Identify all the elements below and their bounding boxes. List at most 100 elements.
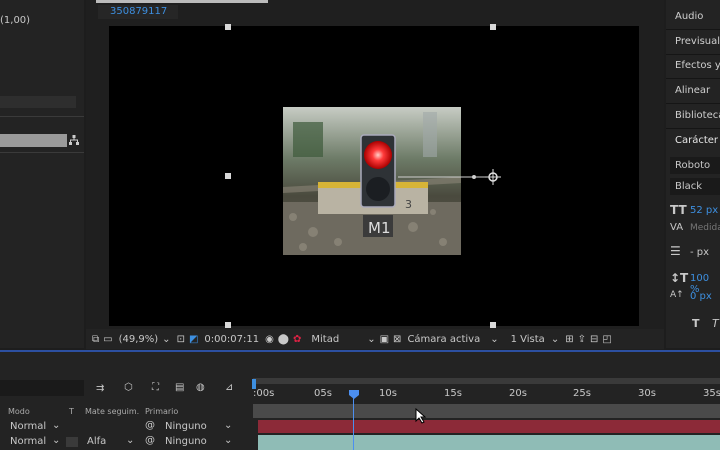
baseline-shift-value[interactable]: 0 px <box>690 291 712 302</box>
panel-character[interactable]: Carácter <box>675 135 718 146</box>
ruler-tick-label: 30s <box>638 388 656 399</box>
viewer-tab-strip <box>96 0 268 3</box>
transparency-grid-icon[interactable]: ◩ <box>189 334 198 345</box>
leading-value[interactable]: - px <box>690 247 709 258</box>
font-style-field[interactable]: Black <box>670 178 720 195</box>
vertical-scale-icon: ↕T <box>670 271 689 285</box>
chevron-down-icon[interactable]: ⌄ <box>224 435 232 446</box>
playhead-line <box>353 398 354 450</box>
project-panel: (1,00) <box>0 0 84 348</box>
search-field[interactable] <box>0 96 76 108</box>
font-size-icon: TT <box>670 203 687 217</box>
transform-handle[interactable] <box>490 322 496 328</box>
views-select[interactable]: 1 Vista <box>511 334 545 345</box>
chevron-down-icon[interactable]: ⌄ <box>162 334 170 345</box>
chevron-down-icon[interactable]: ⌄ <box>52 435 60 446</box>
blend-mode-select[interactable]: Normal <box>10 421 46 432</box>
chevron-down-icon[interactable]: ⌄ <box>126 435 134 446</box>
faux-bold-icon[interactable]: T <box>692 317 700 330</box>
transform-handle[interactable] <box>225 24 231 30</box>
camera-select[interactable]: Cámara activa <box>407 334 480 345</box>
timeline-search-input[interactable] <box>0 380 84 396</box>
ruler-tick-label: 25s <box>573 388 591 399</box>
camera-icon[interactable]: ◉ <box>265 334 274 345</box>
font-family-field[interactable]: Roboto <box>670 157 720 174</box>
monitor-icon[interactable]: ▭ <box>103 334 112 345</box>
selected-project-item[interactable] <box>0 134 67 147</box>
parent-select[interactable]: Ninguno <box>165 421 207 432</box>
graph-editor-icon[interactable]: ⊿ <box>225 382 233 393</box>
chevron-down-icon[interactable]: ⌄ <box>224 420 232 431</box>
hierarchy-icon[interactable] <box>69 135 79 145</box>
snapshot-icon[interactable]: ⧉ <box>92 334 99 345</box>
playhead-handle[interactable] <box>349 390 359 399</box>
coord-readout: (1,00) <box>0 15 31 26</box>
transform-handle[interactable] <box>490 24 496 30</box>
comp-name-tab[interactable]: 350879117 <box>98 5 178 19</box>
parent-select[interactable]: Ninguno <box>165 436 207 447</box>
baseline-shift-icon: A↑ <box>670 290 684 300</box>
shy-layers-icon[interactable]: ⛶ <box>152 382 159 393</box>
panel-effects[interactable]: Efectos y ajustes <box>675 60 720 71</box>
ruler-tick-label: 20s <box>509 388 527 399</box>
col-parent: Primario <box>145 407 179 416</box>
blend-mode-select[interactable]: Normal <box>10 436 46 447</box>
layer-duration-bar[interactable] <box>258 420 720 433</box>
col-t: T <box>69 407 74 416</box>
color-channel-icon[interactable]: ⬤ <box>278 334 289 345</box>
roi-icon[interactable]: ▣ <box>380 334 389 345</box>
faux-italic-icon[interactable]: T <box>712 317 719 330</box>
rgb-icon[interactable]: ✿ <box>293 334 301 345</box>
panel-libraries[interactable]: Bibliotecas <box>675 110 720 121</box>
pickwhip-icon[interactable]: @ <box>145 420 155 431</box>
layer-duration-bar[interactable] <box>258 435 720 450</box>
frame-blending-icon[interactable]: ▤ <box>175 382 184 393</box>
fast-preview-icon[interactable]: ⊟ <box>590 334 598 345</box>
transform-handle[interactable] <box>225 322 231 328</box>
viewer-toolbar: ⧉ ▭ (49,9%) ⌄ ⊡ ◩ 0:00:07:11 ◉ ⬤ ✿ Mitad… <box>86 329 664 349</box>
chevron-down-icon[interactable]: ⌄ <box>52 420 60 431</box>
panel-preview[interactable]: Previsualizar <box>675 36 720 47</box>
ruler-tick-label: 35s <box>703 388 720 399</box>
time-ruler[interactable]: :00s 05s 10s 15s 20s 25s 30s 35s <box>253 386 720 402</box>
mouse-cursor-icon <box>415 408 427 424</box>
pickwhip-icon[interactable]: @ <box>145 435 155 446</box>
region-icon[interactable]: ⊡ <box>177 334 185 345</box>
reset-exposure-icon[interactable]: ◰ <box>602 334 611 345</box>
layer-column-headers: Modo T Mate seguim. Primario <box>0 404 253 418</box>
work-area-bar[interactable] <box>253 378 720 384</box>
right-panels: Audio Previsualizar Efectos y ajustes Al… <box>666 0 720 348</box>
kerning-value[interactable]: Medida <box>690 223 720 233</box>
panel-focus-line <box>0 350 720 352</box>
svg-text:3: 3 <box>405 198 412 211</box>
col-track-matte: Mate seguim. <box>85 407 140 416</box>
font-size-value[interactable]: 52 px <box>690 205 718 216</box>
preserve-transparency-toggle[interactable] <box>66 437 78 447</box>
layer-row[interactable]: Normal ⌄ @ Ninguno ⌄ <box>0 419 253 433</box>
composition-mini-flowchart-icon[interactable]: ⇉ <box>96 383 104 394</box>
chevron-down-icon[interactable]: ⌄ <box>490 334 498 345</box>
svg-text:M1: M1 <box>368 219 391 237</box>
timecode-display[interactable]: 0:00:07:11 <box>204 334 259 345</box>
layer-row[interactable]: Normal ⌄ Alfa ⌄ @ Ninguno ⌄ <box>0 434 253 448</box>
transform-handle[interactable] <box>225 173 231 179</box>
panel-audio[interactable]: Audio <box>675 11 703 22</box>
leading-icon: ☰ <box>670 244 681 258</box>
timeline-track-header <box>253 404 720 418</box>
panel-align[interactable]: Alinear <box>675 85 710 96</box>
draft-3d-icon[interactable]: ⬡ <box>124 382 133 393</box>
chevron-down-icon[interactable]: ⌄ <box>551 334 559 345</box>
share-view-icon[interactable]: ⇪ <box>578 334 586 345</box>
ruler-tick-label: 15s <box>444 388 462 399</box>
layout-icon[interactable]: ⊞ <box>565 334 573 345</box>
zoom-select[interactable]: (49,9%) <box>119 334 159 345</box>
ruler-tick-label: 05s <box>314 388 332 399</box>
kerning-icon: VA <box>670 222 684 233</box>
ruler-tick-label: 10s <box>379 388 397 399</box>
resolution-select[interactable]: Mitad <box>311 334 339 345</box>
anchor-point-line[interactable] <box>398 168 502 186</box>
motion-blur-icon[interactable]: ◍ <box>196 382 205 393</box>
grid-toggle-icon[interactable]: ⊠ <box>393 334 401 345</box>
chevron-down-icon[interactable]: ⌄ <box>367 334 375 345</box>
track-matte-select[interactable]: Alfa <box>87 436 106 447</box>
